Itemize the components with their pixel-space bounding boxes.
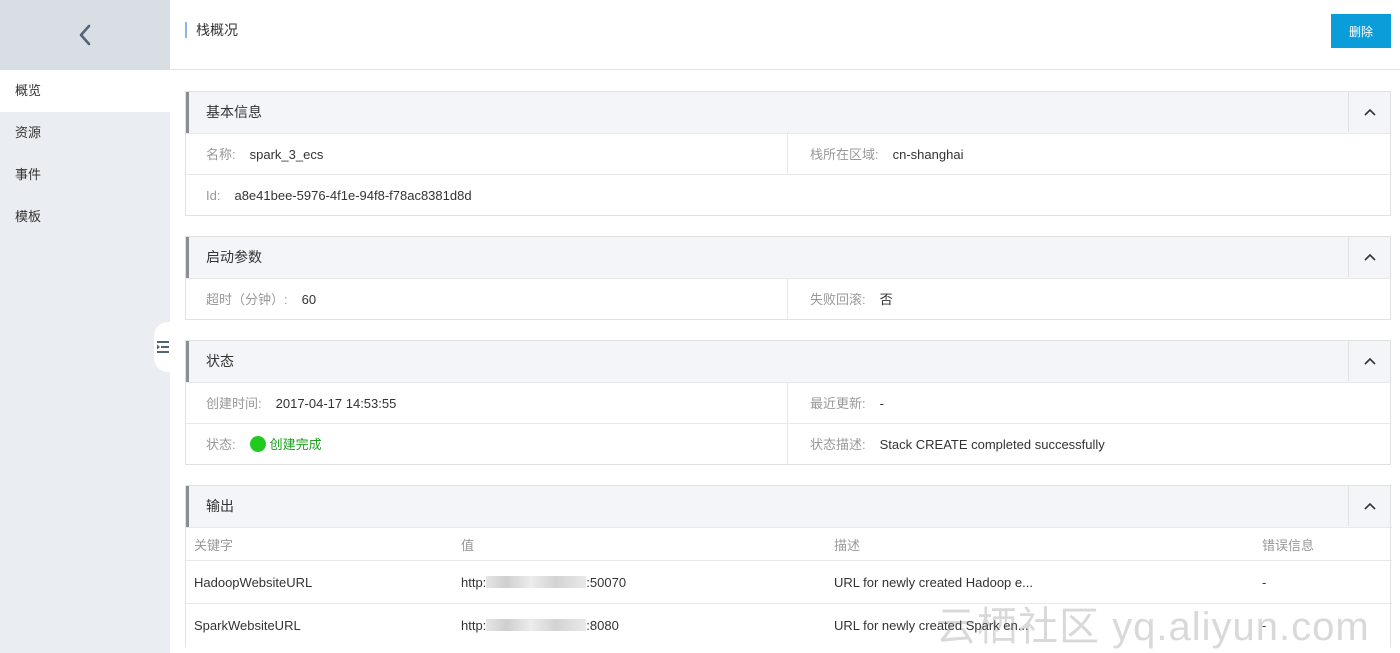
updated-label: 最近更新: bbox=[810, 396, 866, 411]
table-row: SparkWebsiteURL http::8080 URL for newly… bbox=[186, 603, 1392, 647]
output-value: http::50070 bbox=[453, 560, 826, 604]
collapse-toggle[interactable] bbox=[1348, 92, 1390, 132]
list-collapse-icon bbox=[157, 341, 169, 353]
panel-header: 基本信息 bbox=[186, 92, 1390, 133]
region-label: 栈所在区域: bbox=[810, 147, 879, 162]
panel-title: 启动参数 bbox=[206, 249, 262, 265]
output-key: SparkWebsiteURL bbox=[186, 603, 453, 647]
chevron-left-icon bbox=[79, 24, 91, 46]
rollback-label: 失败回滚: bbox=[810, 292, 866, 307]
page-title: 栈概况 bbox=[185, 22, 238, 38]
table-row: HadoopWebsiteURL http::50070 URL for new… bbox=[186, 560, 1392, 604]
output-error: - bbox=[1254, 603, 1392, 647]
output-table: 关键字 值 描述 错误信息 HadoopWebsiteURL http::500… bbox=[186, 527, 1392, 647]
panel-basic-info: 基本信息 名称: spark_3_ecs 栈所在区域: cn-shanghai Id… bbox=[185, 91, 1391, 216]
timeout-label: 超时（分钟）: bbox=[206, 292, 288, 307]
created-label: 创建时间: bbox=[206, 396, 262, 411]
status-desc-label: 状态描述: bbox=[810, 437, 866, 452]
column-header-value: 值 bbox=[453, 527, 826, 561]
table-header-row: 关键字 值 描述 错误信息 bbox=[186, 527, 1392, 561]
redacted-blur bbox=[486, 575, 587, 588]
panel-header: 状态 bbox=[186, 341, 1390, 382]
panel-title: 状态 bbox=[206, 353, 234, 369]
page-header: 栈概况 删除 bbox=[170, 0, 1400, 70]
region-value: cn-shanghai bbox=[892, 147, 964, 162]
updated-value: - bbox=[879, 396, 884, 411]
column-header-error: 错误信息 bbox=[1254, 527, 1392, 561]
state-label: 状态: bbox=[206, 437, 236, 452]
info-row: 创建时间: 2017-04-17 14:53:55 最近更新: - bbox=[186, 382, 1390, 424]
output-error: - bbox=[1254, 560, 1392, 604]
panel-launch-params: 启动参数 超时（分钟）: 60 失败回滚: 否 bbox=[185, 236, 1391, 320]
id-label: Id: bbox=[206, 188, 221, 203]
info-row: 名称: spark_3_ecs 栈所在区域: cn-shanghai bbox=[186, 133, 1390, 175]
sidebar: 概览 资源 事件 模板 bbox=[0, 0, 170, 653]
name-label: 名称: bbox=[206, 147, 236, 162]
id-value: a8e41bee-5976-4f1e-94f8-f78ac8381d8d bbox=[234, 188, 472, 203]
chevron-up-icon bbox=[1363, 357, 1376, 365]
panel-title: 输出 bbox=[206, 498, 234, 514]
info-row: Id: a8e41bee-5976-4f1e-94f8-f78ac8381d8d bbox=[186, 174, 1390, 215]
panel-status: 状态 创建时间: 2017-04-17 14:53:55 最近更新: - 状态: 创建… bbox=[185, 340, 1391, 465]
info-row: 超时（分钟）: 60 失败回滚: 否 bbox=[186, 278, 1390, 320]
sidebar-item-overview[interactable]: 概览 bbox=[0, 70, 170, 112]
chevron-up-icon bbox=[1363, 253, 1376, 261]
sidebar-item-resources[interactable]: 资源 bbox=[0, 112, 170, 154]
timeout-value: 60 bbox=[301, 292, 317, 307]
panel-header: 启动参数 bbox=[186, 237, 1390, 278]
redacted-blur bbox=[486, 618, 587, 631]
panel-title: 基本信息 bbox=[206, 104, 262, 120]
status-badge: 创建完成 bbox=[269, 437, 322, 452]
output-description: URL for newly created Spark en... bbox=[826, 603, 1254, 647]
collapse-toggle[interactable] bbox=[1348, 341, 1390, 381]
column-header-key: 关键字 bbox=[186, 527, 453, 561]
panel-header: 输出 bbox=[186, 486, 1390, 527]
output-value: http::8080 bbox=[453, 603, 826, 647]
sidebar-item-template[interactable]: 模板 bbox=[0, 196, 170, 238]
output-key: HadoopWebsiteURL bbox=[186, 560, 453, 604]
rollback-value: 否 bbox=[879, 292, 893, 307]
collapse-toggle[interactable] bbox=[1348, 486, 1390, 526]
main-content: 栈概况 删除 基本信息 名称: spark_3_ecs 栈所在区域: cn-shan… bbox=[170, 0, 1400, 653]
chevron-up-icon bbox=[1363, 108, 1376, 116]
sidebar-item-events[interactable]: 事件 bbox=[0, 154, 170, 196]
panel-output: 输出 关键字 值 描述 错误信息 HadoopWebsiteURL http: … bbox=[185, 485, 1392, 647]
back-button[interactable] bbox=[0, 0, 170, 70]
column-header-description: 描述 bbox=[826, 527, 1254, 561]
collapse-toggle[interactable] bbox=[1348, 237, 1390, 277]
name-value: spark_3_ecs bbox=[249, 147, 324, 162]
created-value: 2017-04-17 14:53:55 bbox=[275, 396, 397, 411]
output-description: URL for newly created Hadoop e... bbox=[826, 560, 1254, 604]
delete-button[interactable]: 删除 bbox=[1331, 14, 1391, 48]
success-dot-icon bbox=[249, 436, 266, 452]
status-desc-value: Stack CREATE completed successfully bbox=[879, 437, 1105, 452]
info-row: 状态: 创建完成 状态描述: Stack CREATE completed succ… bbox=[186, 423, 1390, 465]
chevron-up-icon bbox=[1363, 502, 1376, 510]
